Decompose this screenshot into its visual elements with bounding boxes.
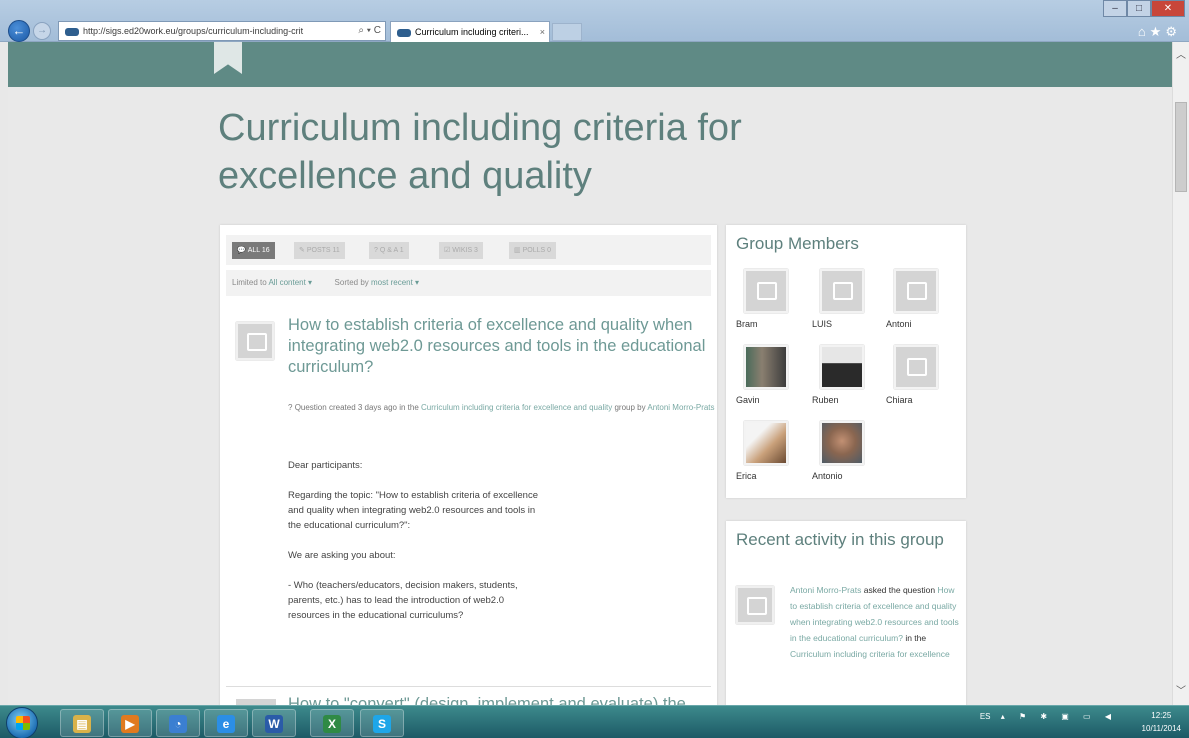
internet-explorer-icon: e: [217, 715, 235, 733]
speech-bubble-icon: 💬: [237, 247, 246, 254]
member-bram[interactable]: Bram: [736, 269, 796, 329]
member-gavin[interactable]: Gavin: [736, 345, 796, 405]
skype-icon: S: [373, 715, 391, 733]
avatar[interactable]: [894, 345, 938, 389]
member-erica[interactable]: Erica: [736, 421, 796, 481]
taskbar-word[interactable]: W: [252, 709, 296, 737]
tab-polls[interactable]: ▥ POLLS 0: [509, 242, 557, 259]
group-members-title: Group Members: [736, 234, 859, 253]
member-antonio[interactable]: Antonio: [812, 421, 872, 481]
vertical-scrollbar[interactable]: ︿ ﹀: [1172, 42, 1189, 705]
question-icon: ?: [288, 403, 293, 412]
window-controls: – □ ✕: [1103, 0, 1185, 18]
activity-group-link[interactable]: Curriculum including criteria for excell…: [790, 649, 950, 659]
taskbar-internet-explorer[interactable]: e: [204, 709, 248, 737]
taskbar: ▤ ▶ ◔ e W X S ES ▴ ⚑ ✱ ▣ ▭ ◀ 12:25 10/11…: [0, 705, 1189, 738]
page-title: Curriculum including criteria for excell…: [218, 107, 742, 197]
author-avatar[interactable]: [236, 322, 274, 360]
member-chiara[interactable]: Chiara: [886, 345, 946, 405]
excel-icon: X: [323, 715, 341, 733]
scroll-down-icon[interactable]: ﹀: [1176, 682, 1186, 697]
back-icon[interactable]: ←: [8, 20, 30, 42]
taskbar-media-player[interactable]: ▶: [108, 709, 152, 737]
checkbox-icon: ☑: [444, 247, 451, 254]
group-members-card: Group Members Bram LUIS Antoni Gavin Rub…: [726, 225, 966, 498]
post-body: Dear participants: Regarding the topic: …: [288, 460, 538, 621]
folder-icon: ▤: [73, 715, 91, 733]
avatar[interactable]: [894, 269, 938, 313]
filter-bar: Limited to All content ▾ Sorted by most …: [226, 270, 711, 296]
recent-activity-title: Recent activity in this group: [736, 530, 944, 549]
activity-avatar[interactable]: [736, 586, 774, 624]
post-title-link[interactable]: How to establish criteria of excellence …: [288, 315, 713, 378]
browser-icon: ◔: [169, 715, 187, 733]
media-player-icon: ▶: [121, 715, 139, 733]
pencil-icon: ✎: [299, 247, 305, 254]
language-indicator[interactable]: ES: [980, 712, 991, 721]
sorted-by-dropdown[interactable]: most recent ▾: [371, 278, 419, 287]
tab-close-icon[interactable]: ×: [540, 22, 545, 42]
word-icon: W: [265, 715, 283, 733]
tab-curriculum[interactable]: Curriculum including criteri... ×: [390, 21, 550, 42]
address-bar[interactable]: http://sigs.ed20work.eu/groups/curriculu…: [58, 21, 386, 41]
divider: [226, 686, 711, 687]
avatar[interactable]: [744, 269, 788, 313]
start-button[interactable]: [6, 707, 38, 738]
taskbar-excel[interactable]: X: [310, 709, 354, 737]
taskbar-browser-alt[interactable]: ◔: [156, 709, 200, 737]
clock[interactable]: 12:25 10/11/2014: [1142, 709, 1181, 735]
activity-feed: 💬 ALL 16 ✎ POSTS 11 ? Q & A 1 ☑ WIKIS 3 ▥ POL…: [220, 225, 717, 705]
address-controls-icon[interactable]: ⌕ ▾ C: [358, 22, 381, 40]
taskbar-skype[interactable]: S: [360, 709, 404, 737]
tab-favicon-icon: [397, 28, 411, 37]
tray-icons[interactable]: ▴ ⚑ ✱ ▣ ▭ ◀: [1001, 712, 1117, 721]
limited-to-dropdown[interactable]: All content ▾: [268, 278, 312, 287]
member-luis[interactable]: LUIS: [812, 269, 872, 329]
minimize-icon[interactable]: –: [1103, 0, 1127, 17]
scroll-thumb[interactable]: [1175, 102, 1187, 192]
avatar[interactable]: [820, 421, 864, 465]
scroll-up-icon[interactable]: ︿: [1176, 46, 1186, 61]
member-antoni[interactable]: Antoni: [886, 269, 946, 329]
browser-chrome: ← → http://sigs.ed20work.eu/groups/curri…: [0, 0, 1189, 42]
avatar[interactable]: [820, 269, 864, 313]
url-text: http://sigs.ed20work.eu/groups/curriculu…: [83, 26, 304, 36]
tab-title: Curriculum including criteri...: [415, 27, 529, 37]
forward-icon[interactable]: →: [33, 22, 51, 40]
group-link[interactable]: Curriculum including criteria for excell…: [421, 403, 612, 412]
new-tab-button[interactable]: [552, 23, 582, 41]
post-meta: ? Question created 3 days ago in the Cur…: [288, 403, 715, 412]
system-tray: ES ▴ ⚑ ✱ ▣ ▭ ◀: [980, 712, 1127, 721]
avatar[interactable]: [744, 421, 788, 465]
activity-item: Antoni Morro-Prats asked the question Ho…: [790, 585, 959, 659]
maximize-icon[interactable]: □: [1127, 0, 1151, 17]
tab-posts[interactable]: ✎ POSTS 11: [294, 242, 345, 259]
site-header: [8, 42, 1172, 87]
page-content: Curriculum including criteria for excell…: [8, 87, 1172, 705]
recent-activity-card: Recent activity in this group Antoni Mor…: [726, 521, 966, 705]
next-post-title-link[interactable]: How to "convert" (design, implement and …: [288, 695, 708, 705]
tab-wikis[interactable]: ☑ WIKIS 3: [439, 242, 483, 259]
activity-actor-link[interactable]: Antoni Morro-Prats: [790, 585, 861, 595]
close-window-icon[interactable]: ✕: [1151, 0, 1185, 17]
avatar[interactable]: [744, 345, 788, 389]
author-link[interactable]: Antoni Morro-Prats: [647, 403, 714, 412]
taskbar-explorer[interactable]: ▤: [60, 709, 104, 737]
avatar[interactable]: [820, 345, 864, 389]
tab-qa[interactable]: ? Q & A 1: [369, 242, 409, 259]
bar-chart-icon: ▥: [514, 247, 521, 254]
tab-all[interactable]: 💬 ALL 16: [232, 242, 275, 259]
site-favicon-icon: [65, 27, 79, 36]
member-ruben[interactable]: Ruben: [812, 345, 872, 405]
windows-logo-icon: [16, 716, 30, 730]
question-icon: ?: [374, 247, 378, 254]
filter-tabs: 💬 ALL 16 ✎ POSTS 11 ? Q & A 1 ☑ WIKIS 3 ▥ POL…: [226, 235, 711, 265]
browser-tool-icons[interactable]: ⌂★⚙: [1138, 24, 1181, 40]
